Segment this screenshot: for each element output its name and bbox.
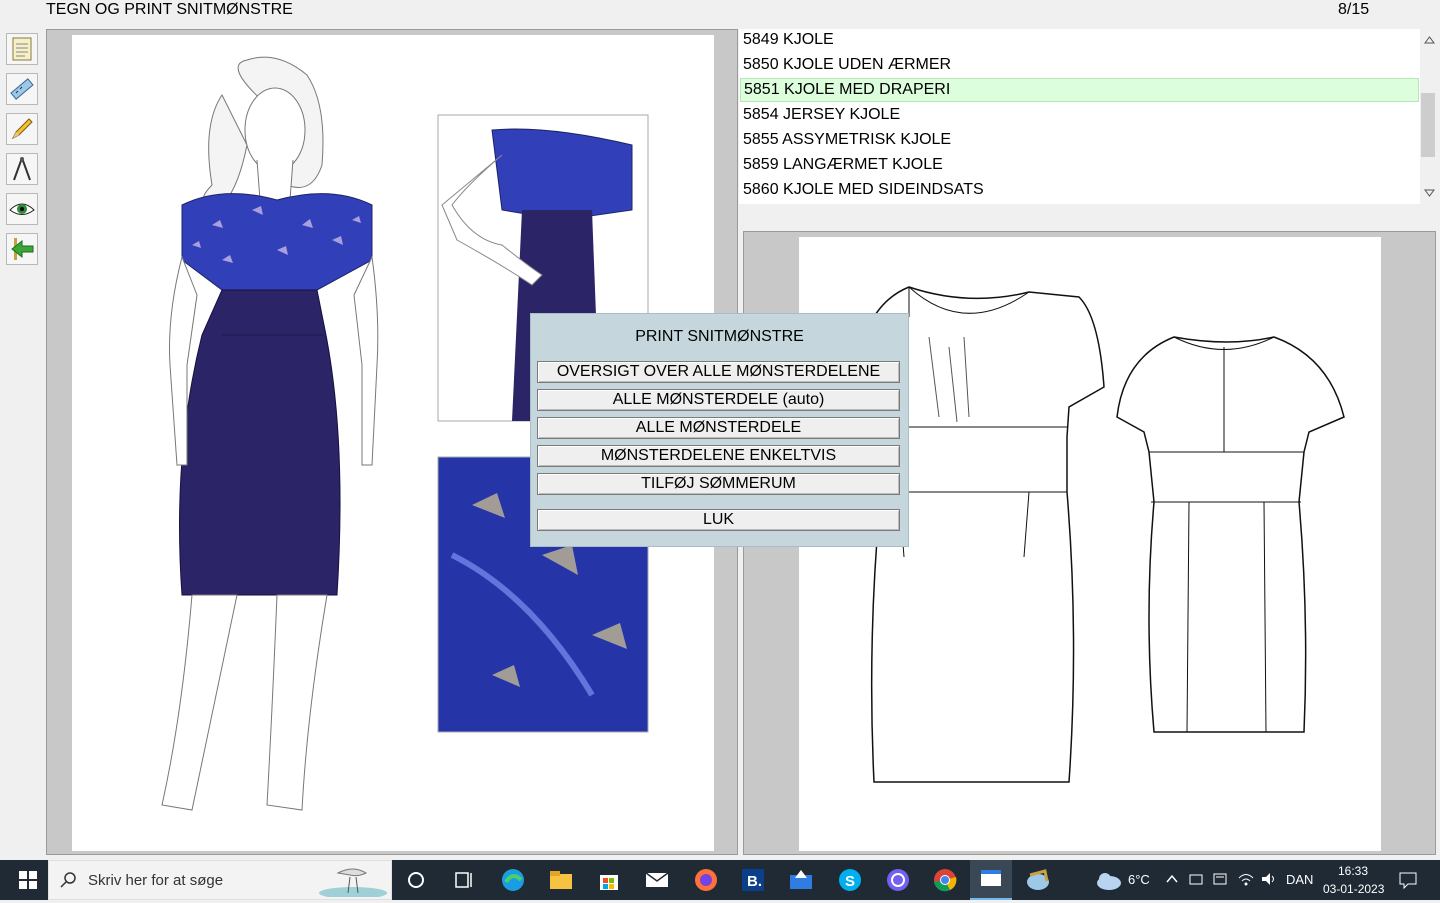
b-letter-icon: B. [742,869,764,891]
chrome-icon [934,869,957,892]
overview-all-parts-button[interactable]: OVERSIGT OVER ALLE MØNSTERDELENE [537,361,900,383]
measure-tool-button[interactable] [6,73,38,105]
list-item-selected[interactable]: 5851 KJOLE MED DRAPERI [740,78,1419,102]
start-button[interactable] [4,860,52,900]
app-title: TEGN OG PRINT SNITMØNSTRE [46,1,293,18]
back-tool-button[interactable] [6,233,38,265]
firefox-icon [695,869,717,891]
clock-date[interactable]: 03-01-2023 [1323,881,1384,897]
notepad-tool-button[interactable] [6,33,38,65]
task-view-icon [455,872,472,888]
skype-icon: S [839,869,861,891]
windows-logo-icon [19,871,37,889]
search-highlight-bird-icon [319,868,387,897]
cortana-circle-icon [408,872,424,888]
pencil-tool-button[interactable] [6,113,38,145]
active-app-button[interactable] [970,860,1012,900]
wifi-icon[interactable] [1237,871,1255,887]
search-icon [60,872,76,888]
close-button[interactable]: LUK [537,509,900,531]
firefox-app[interactable] [686,860,726,900]
eye-icon [9,203,35,215]
edge-icon [502,869,524,891]
file-explorer-app[interactable] [541,860,581,900]
add-seam-allowance-button[interactable]: TILFØJ SØMMERUM [537,473,900,495]
all-parts-auto-button[interactable]: ALLE MØNSTERDELE (auto) [537,389,900,411]
viber-icon [887,869,909,891]
list-item[interactable]: 5854 JERSEY KJOLE [740,104,1419,128]
list-item[interactable]: 5855 ASSYMETRISK KJOLE [740,129,1419,153]
pencil-icon [11,118,33,140]
edge-app[interactable] [493,860,533,900]
input-language[interactable]: DAN [1286,872,1313,888]
mail-app[interactable] [637,860,677,900]
search-placeholder: Skriv her for at søge [88,872,224,889]
svg-text:B.: B. [747,873,762,890]
store-bag-icon [600,875,618,890]
parts-individually-button[interactable]: MØNSTERDELENE ENKELTVIS [537,445,900,467]
security-icon[interactable] [1212,871,1228,887]
model-list[interactable]: 5849 KJOLE 5850 KJOLE UDEN ÆRMER 5851 KJ… [739,29,1439,204]
drive-app[interactable] [781,860,821,900]
svg-text:S: S [845,873,855,890]
measure-tape-icon [10,78,34,100]
sewing-app[interactable] [1018,860,1058,900]
scroll-thumb[interactable] [1421,93,1435,157]
skype-app[interactable]: S [830,860,870,900]
weather-cloud-icon [1097,873,1121,890]
volume-icon[interactable] [1260,871,1278,887]
page-counter: 8/15 [1338,1,1370,18]
clock-time[interactable]: 16:33 [1338,863,1368,879]
scroll-up-icon [1424,36,1435,44]
sewing-app-icon [1027,869,1049,890]
eye-tool-button[interactable] [6,193,38,225]
viber-app[interactable] [878,860,918,900]
cortana-button[interactable] [396,860,436,900]
task-view-button[interactable] [443,860,483,900]
window-app-icon [981,870,1001,886]
scroll-down-icon [1424,189,1435,197]
dialog-title: PRINT SNITMØNSTRE [635,328,804,345]
chrome-app[interactable] [925,860,965,900]
meet-now-icon[interactable] [1188,871,1204,887]
weather-temperature[interactable]: 6°C [1128,872,1150,888]
list-item[interactable]: 5849 KJOLE [740,29,1419,53]
drive-upload-icon [790,870,812,889]
notepad-icon [12,37,32,61]
all-parts-button[interactable]: ALLE MØNSTERDELE [537,417,900,439]
list-item[interactable]: 5850 KJOLE UDEN ÆRMER [740,54,1419,78]
list-item[interactable]: 5860 KJOLE MED SIDEINDSATS [740,179,1419,203]
notifications-icon[interactable] [1398,870,1418,890]
back-arrow-icon [11,238,34,260]
store-app[interactable] [589,860,629,900]
mail-icon [645,872,669,887]
b-app[interactable]: B. [733,860,773,900]
list-item[interactable]: 5859 LANGÆRMET KJOLE [740,154,1419,178]
compass-tool-button[interactable] [6,153,38,185]
compass-icon [13,157,31,181]
folder-icon [550,871,572,889]
chevron-up-icon[interactable] [1165,872,1179,886]
